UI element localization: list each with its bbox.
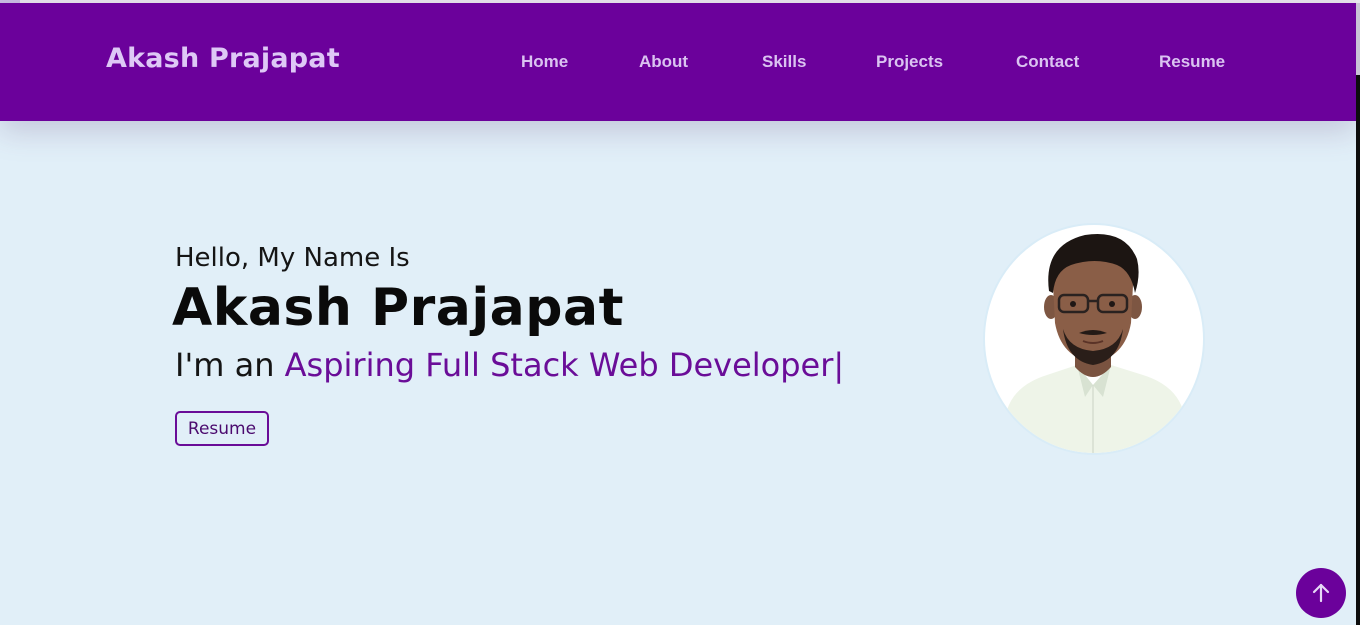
resume-button[interactable]: Resume [175, 411, 269, 446]
profile-photo-illustration [1005, 234, 1185, 453]
brand-logo-text[interactable]: Akash Prajapat [106, 43, 340, 74]
profile-photo [983, 223, 1205, 455]
nav-link-skills[interactable]: Skills [762, 52, 806, 72]
nav-link-projects[interactable]: Projects [876, 52, 943, 72]
navbar: Akash Prajapat Home About Skills Project… [0, 3, 1356, 121]
hero-role-typed: Aspiring Full Stack Web Developer| [284, 346, 845, 384]
nav-link-resume[interactable]: Resume [1159, 52, 1225, 72]
nav-link-home[interactable]: Home [521, 52, 568, 72]
nav-link-contact[interactable]: Contact [1016, 52, 1079, 72]
hero-role-prefix: I'm an [175, 346, 285, 384]
arrow-up-icon [1312, 583, 1330, 603]
hero-role: I'm an Aspiring Full Stack Web Developer… [175, 346, 844, 384]
hero-greeting: Hello, My Name Is [175, 243, 410, 273]
scrollbar-thumb[interactable] [1356, 3, 1360, 75]
scroll-to-top-button[interactable] [1296, 568, 1346, 618]
hero-name: Akash Prajapat [172, 278, 624, 338]
scrollbar-gutter [1356, 75, 1360, 625]
nav-link-about[interactable]: About [639, 52, 688, 72]
